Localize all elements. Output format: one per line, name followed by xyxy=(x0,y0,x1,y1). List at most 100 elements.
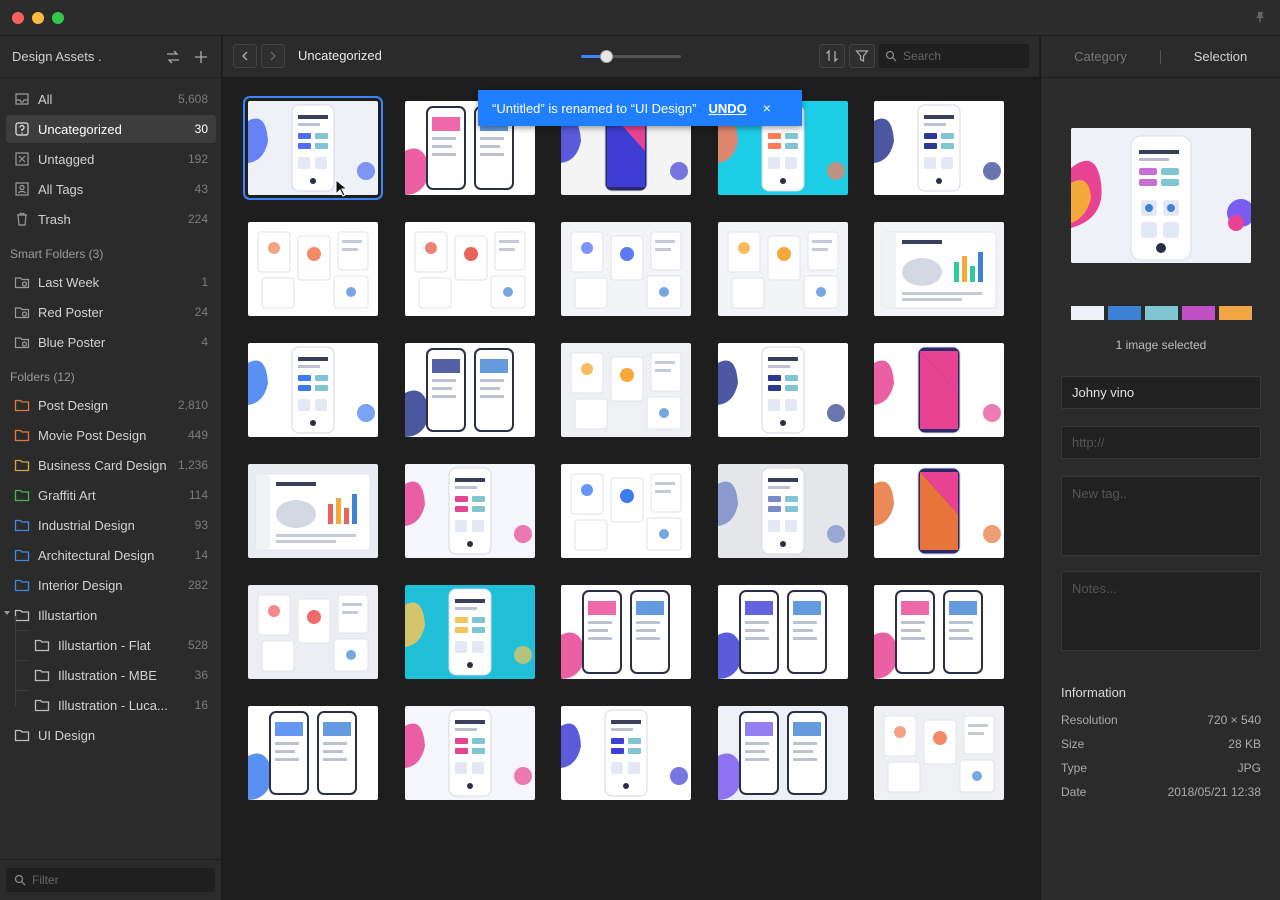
back-button[interactable] xyxy=(233,44,257,68)
sidebar: Design Assets . All 5,608 Uncategorized 30 U… xyxy=(0,36,222,900)
smart-folder-count: 1 xyxy=(201,275,208,289)
asset-thumbnail[interactable] xyxy=(874,343,1004,437)
asset-thumbnail[interactable] xyxy=(561,706,691,800)
sidebar-item-untagged[interactable]: Untagged 192 xyxy=(6,145,216,173)
smart-folder-item[interactable]: Red Poster 24 xyxy=(6,298,216,326)
folder-item[interactable]: Architectural Design 14 xyxy=(6,541,216,569)
add-icon[interactable] xyxy=(193,49,209,65)
asset-thumbnail[interactable] xyxy=(717,222,848,316)
untagged-icon xyxy=(15,152,29,166)
sidebar-item-trash[interactable]: Trash 224 xyxy=(6,205,216,233)
color-swatch[interactable] xyxy=(1182,306,1215,320)
folder-item[interactable]: Business Card Design 1,236 xyxy=(6,451,216,479)
zoom-window-button[interactable] xyxy=(52,12,64,24)
smart-folder-label: Blue Poster xyxy=(38,334,106,350)
asset-thumbnail[interactable] xyxy=(248,343,378,437)
folder-item[interactable]: Movie Post Design 449 xyxy=(6,421,216,449)
folder-count: 449 xyxy=(187,428,208,442)
folder-item[interactable]: Illustartion xyxy=(4,601,216,629)
asset-thumbnail[interactable] xyxy=(561,585,691,679)
asset-thumbnail[interactable] xyxy=(874,585,1004,679)
selection-count: 1 image selected xyxy=(1115,338,1207,352)
asset-thumbnail[interactable] xyxy=(874,101,1004,195)
asset-thumbnail[interactable] xyxy=(404,585,535,679)
color-swatch[interactable] xyxy=(1108,306,1141,320)
folder-label: Interior Design xyxy=(38,577,123,593)
sidebar-divider xyxy=(0,859,221,860)
tab-selection[interactable]: Selection xyxy=(1161,49,1280,64)
asset-thumbnail[interactable] xyxy=(874,706,1004,800)
folder-count: 16 xyxy=(194,698,208,712)
minimize-window-button[interactable] xyxy=(32,12,44,24)
sidebar-item-uncategorized[interactable]: Uncategorized 30 xyxy=(6,115,216,143)
zoom-slider-knob[interactable] xyxy=(600,50,613,63)
asset-thumbnail[interactable] xyxy=(561,464,691,558)
disclosure-icon[interactable] xyxy=(4,611,10,615)
asset-thumbnail[interactable] xyxy=(717,706,848,800)
asset-thumbnail[interactable] xyxy=(874,464,1004,558)
sync-icon[interactable] xyxy=(165,49,181,65)
sidebar-item-all-tags[interactable]: All Tags 43 xyxy=(6,175,216,203)
library-title[interactable]: Design Assets . xyxy=(12,49,153,64)
url-field[interactable] xyxy=(1061,426,1261,459)
name-field[interactable] xyxy=(1061,376,1261,409)
color-swatch[interactable] xyxy=(1145,306,1178,320)
sidebar-item-count: 30 xyxy=(194,122,208,136)
sort-button[interactable] xyxy=(819,44,845,68)
color-swatch[interactable] xyxy=(1071,306,1104,320)
asset-thumbnail[interactable] xyxy=(248,706,378,800)
pin-icon[interactable] xyxy=(1252,10,1268,26)
folder-item[interactable]: Interior Design 282 xyxy=(6,571,216,599)
info-row: Resolution 720 × 540 xyxy=(1061,713,1261,727)
asset-thumbnail[interactable] xyxy=(248,464,378,558)
toast-message: “Untitled” is renamed to “UI Design” xyxy=(492,100,697,116)
asset-thumbnail[interactable] xyxy=(243,96,383,200)
info-key: Type xyxy=(1061,761,1088,775)
asset-thumbnail[interactable] xyxy=(404,464,535,558)
sort-icon xyxy=(826,49,838,63)
zoom-slider[interactable] xyxy=(581,50,681,63)
filter-button[interactable] xyxy=(849,44,875,68)
folder-item[interactable]: Illustration - MBE 36 xyxy=(26,661,216,689)
tags-field[interactable] xyxy=(1061,476,1261,556)
search-input[interactable] xyxy=(903,49,1021,63)
filter-input[interactable] xyxy=(32,873,202,887)
asset-thumbnail[interactable] xyxy=(248,222,378,316)
color-swatch[interactable] xyxy=(1219,306,1252,320)
smart-folder-count: 24 xyxy=(194,305,208,319)
rename-toast: “Untitled” is renamed to “UI Design” UND… xyxy=(478,90,802,126)
asset-thumbnail[interactable] xyxy=(717,343,848,437)
folder-label: Movie Post Design xyxy=(38,427,147,443)
close-icon[interactable]: × xyxy=(763,100,771,116)
asset-thumbnail[interactable] xyxy=(404,706,535,800)
search-box[interactable] xyxy=(879,44,1029,68)
folder-icon xyxy=(14,729,30,742)
window-titlebar xyxy=(0,0,1280,36)
asset-thumbnail[interactable] xyxy=(561,222,691,316)
folder-item[interactable]: Illustration - Luca... 16 xyxy=(26,691,216,719)
folder-item[interactable]: Industrial Design 93 xyxy=(6,511,216,539)
asset-thumbnail[interactable] xyxy=(717,464,848,558)
asset-thumbnail[interactable] xyxy=(404,343,535,437)
folder-item[interactable]: Graffiti Art 114 xyxy=(6,481,216,509)
asset-thumbnail[interactable] xyxy=(561,343,691,437)
sidebar-item-all[interactable]: All 5,608 xyxy=(6,85,216,113)
sidebar-item-count: 224 xyxy=(187,212,208,226)
folder-item[interactable]: Illustartion - Flat 528 xyxy=(26,631,216,659)
asset-thumbnail[interactable] xyxy=(874,222,1004,316)
asset-thumbnail[interactable] xyxy=(248,585,378,679)
sidebar-filter[interactable] xyxy=(6,868,215,892)
folder-item[interactable]: Post Design 2,810 xyxy=(6,391,216,419)
close-window-button[interactable] xyxy=(12,12,24,24)
asset-thumbnail[interactable] xyxy=(404,222,535,316)
forward-button[interactable] xyxy=(261,44,285,68)
folder-count: 528 xyxy=(187,638,208,652)
folder-item[interactable]: UI Design xyxy=(6,721,216,749)
smart-folder-item[interactable]: Blue Poster 4 xyxy=(6,328,216,356)
tab-category[interactable]: Category xyxy=(1041,49,1160,64)
smart-folder-item[interactable]: Last Week 1 xyxy=(6,268,216,296)
info-row: Size 28 KB xyxy=(1061,737,1261,751)
undo-button[interactable]: UNDO xyxy=(708,101,746,116)
asset-thumbnail[interactable] xyxy=(717,585,848,679)
notes-field[interactable] xyxy=(1061,571,1261,651)
